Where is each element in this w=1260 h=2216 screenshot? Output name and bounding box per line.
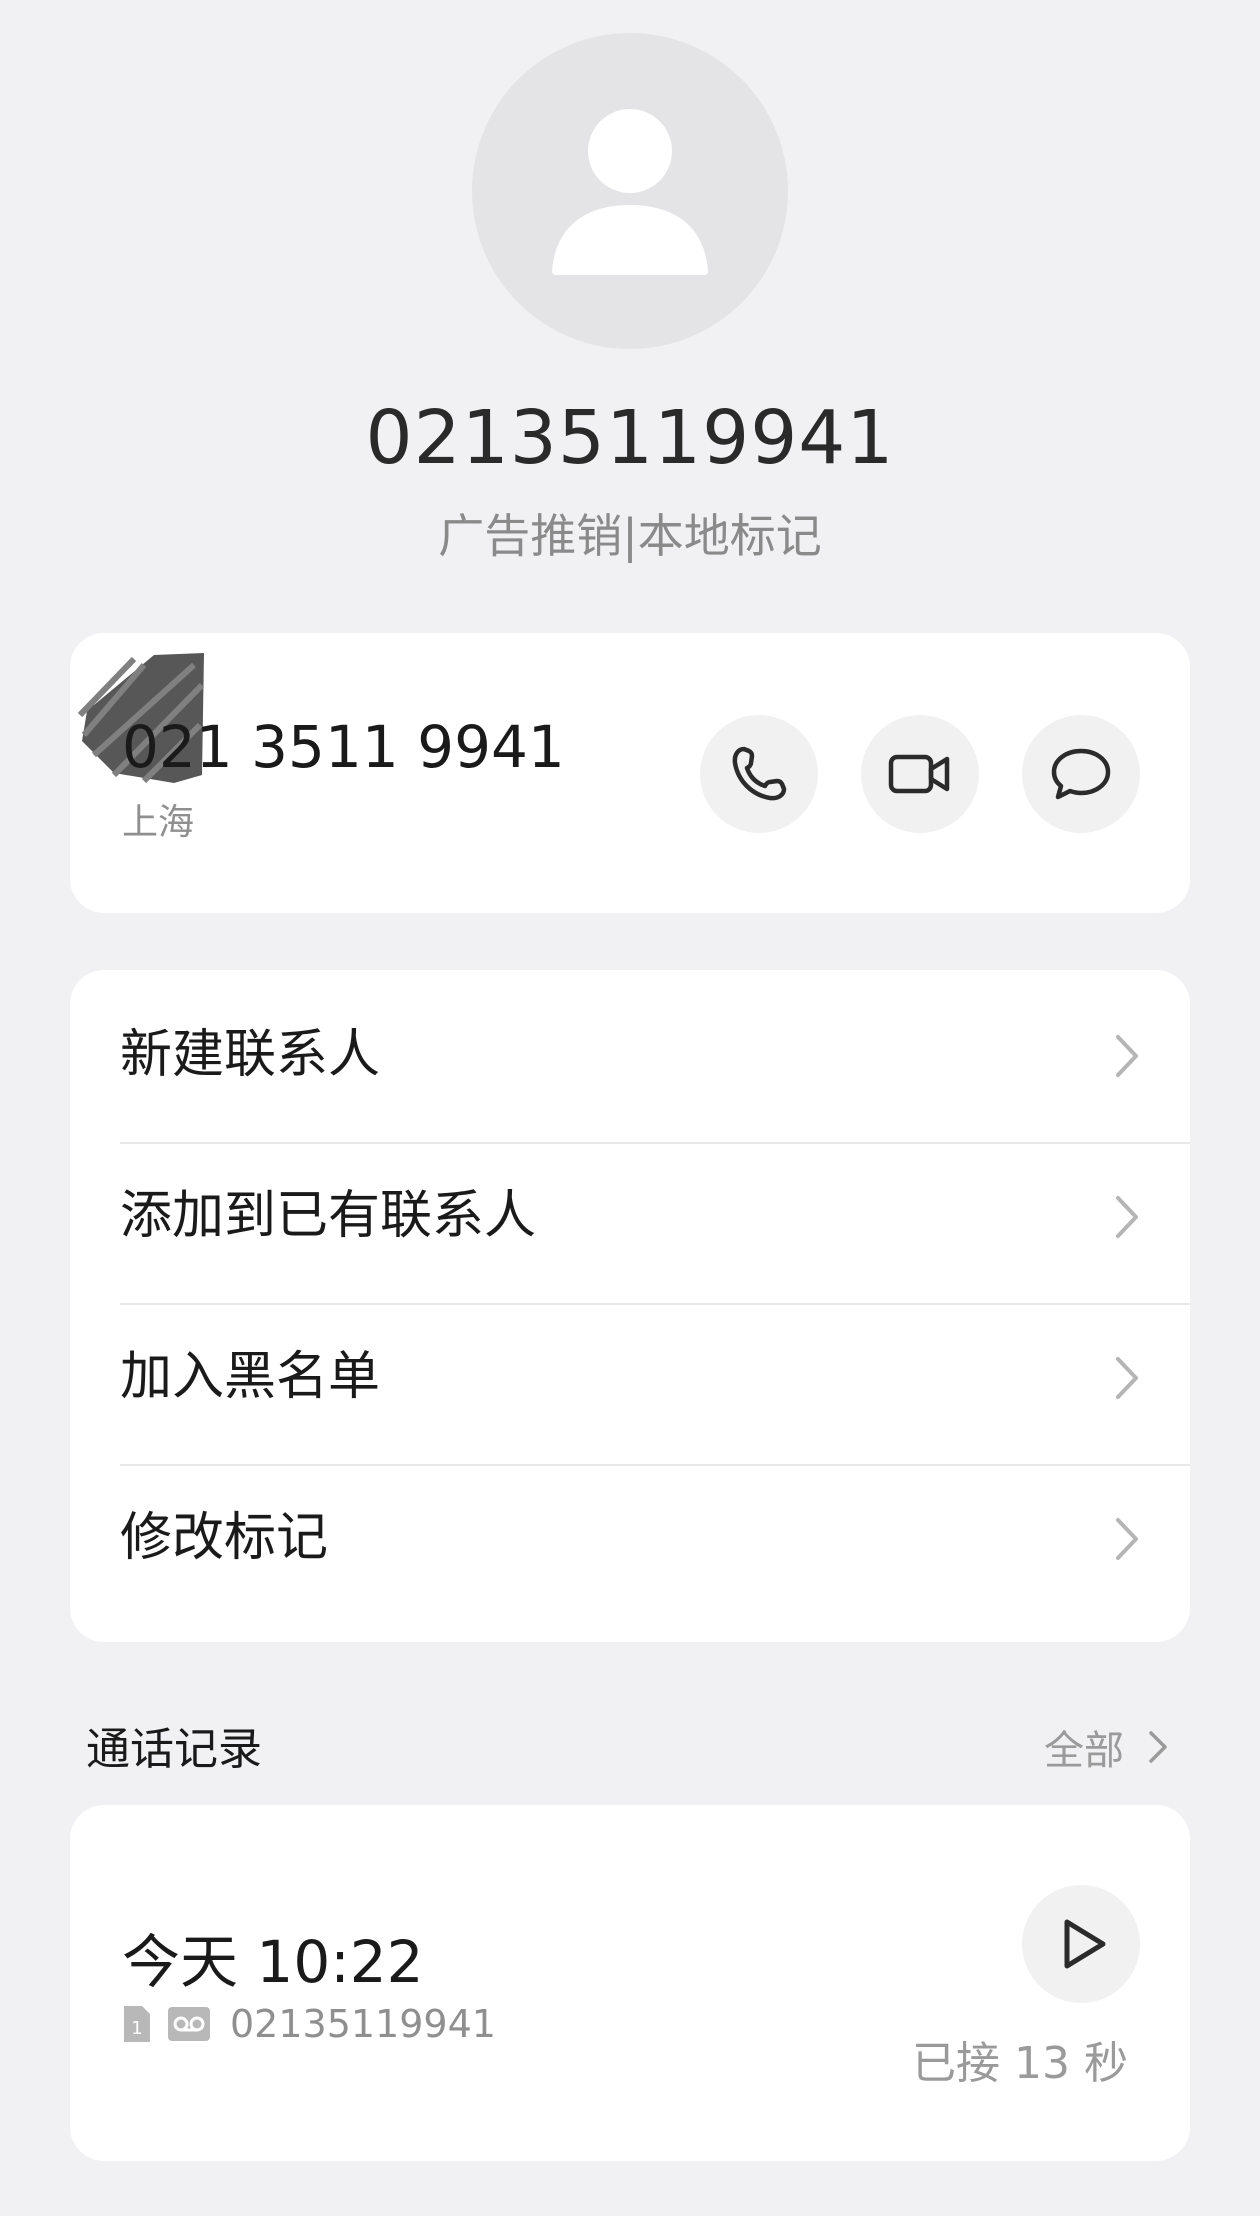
call-log-title: 通话记录 (86, 1724, 262, 1775)
phone-location: 上海 (122, 802, 195, 843)
add-to-existing-contact-row[interactable]: 添加到已有联系人 (70, 1136, 1190, 1297)
contact-detail-page: 02135119941 广告推销|本地标记 021 3511 9941 上海 新… (0, 0, 1260, 2216)
number-tag-label: 广告推销|本地标记 (438, 509, 822, 563)
person-silhouette-icon (552, 109, 708, 275)
chevron-right-icon (1149, 1731, 1167, 1763)
edit-tag-row[interactable]: 修改标记 (70, 1458, 1190, 1619)
phone-number[interactable]: 021 3511 9941 (122, 713, 565, 781)
call-log-all-link[interactable]: 全部 (1044, 1718, 1170, 1776)
row-label: 修改标记 (120, 1508, 329, 1568)
call-record-details: 1 02135119941 (122, 2002, 496, 2046)
chevron-right-icon (1116, 1518, 1138, 1560)
message-button[interactable] (1022, 715, 1140, 833)
sim-slot-number: 1 (131, 2018, 142, 2039)
call-record-number: 02135119941 (230, 2002, 496, 2046)
row-label: 新建联系人 (120, 1025, 381, 1085)
avatar (472, 33, 788, 349)
video-call-button[interactable] (861, 715, 979, 833)
call-log-all-label: 全部 (1044, 1728, 1124, 1774)
call-record-status: 已接 13 秒 (912, 2038, 1128, 2089)
chevron-right-icon (1116, 1196, 1138, 1238)
play-icon (1064, 1919, 1106, 1969)
new-contact-row[interactable]: 新建联系人 (70, 975, 1190, 1136)
sim-card-icon: 1 (124, 2006, 150, 2042)
phone-icon (732, 746, 787, 801)
voicemail-icon (168, 2007, 210, 2041)
add-to-blacklist-row[interactable]: 加入黑名单 (70, 1297, 1190, 1458)
page-title: 02135119941 (365, 395, 895, 481)
call-record-time: 今天 10:22 (122, 1928, 424, 1996)
chevron-right-icon (1116, 1357, 1138, 1399)
call-button[interactable] (700, 715, 818, 833)
row-label: 添加到已有联系人 (120, 1186, 537, 1246)
chevron-right-icon (1116, 1035, 1138, 1077)
row-label: 加入黑名单 (120, 1347, 381, 1407)
message-bubble-icon (1051, 748, 1111, 800)
play-recording-button[interactable] (1022, 1885, 1140, 2003)
video-camera-icon (888, 754, 950, 794)
call-record-card[interactable]: 今天 10:22 1 02135119941 已接 13 秒 (70, 1805, 1190, 2161)
number-card: 021 3511 9941 上海 (70, 633, 1190, 913)
action-list-card: 新建联系人 添加到已有联系人 加入黑名单 修改标记 (70, 970, 1190, 1642)
